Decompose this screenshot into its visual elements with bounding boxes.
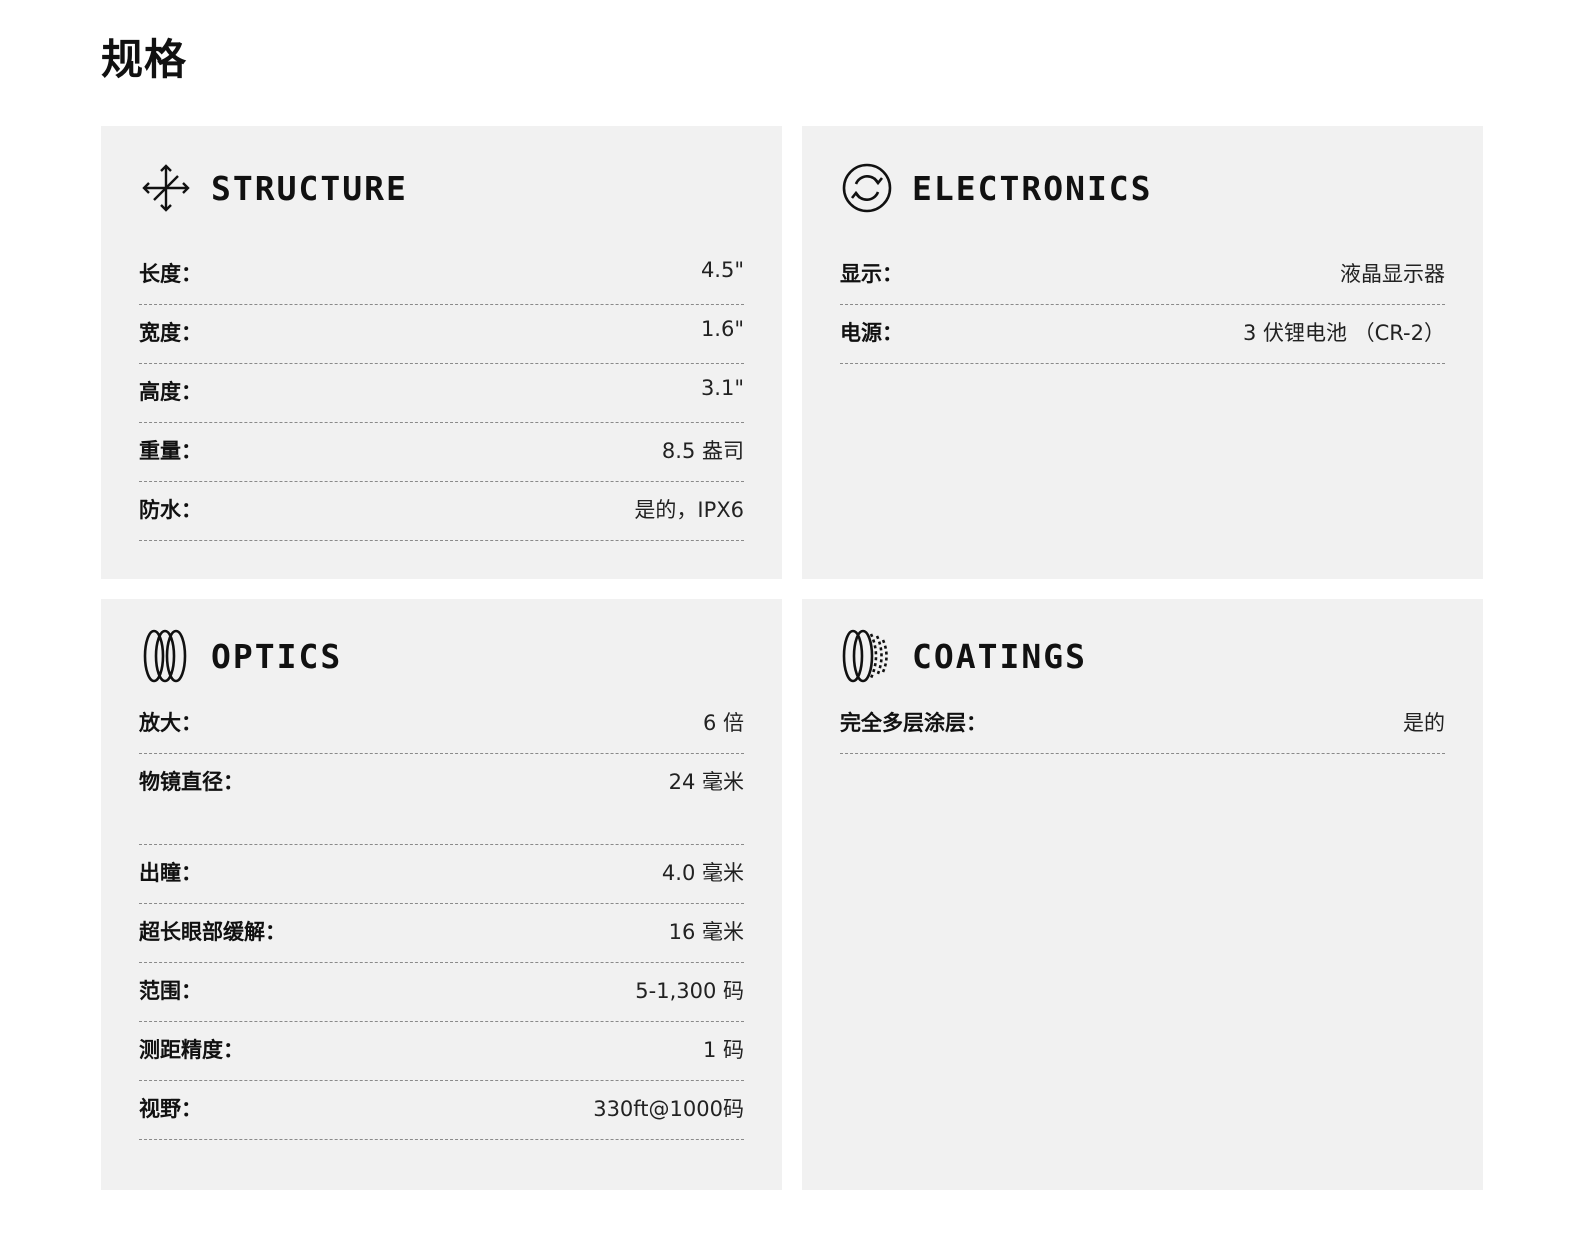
spec-value: 是的 bbox=[1403, 711, 1445, 735]
optics-title: OPTICS bbox=[211, 636, 343, 676]
spec-row-fully-multicoated: 完全多层涂层： 是的 bbox=[840, 695, 1445, 754]
spec-row-height: 高度： 3.1" bbox=[139, 364, 744, 423]
spec-value: 330ft@1000码 bbox=[593, 1097, 744, 1121]
electronics-card: ELECTRONICS 显示： 液晶显示器 电源： 3 伏锂电池 （CR-2） bbox=[802, 126, 1483, 579]
spec-label: 范围： bbox=[139, 979, 202, 1003]
spec-row-magnification: 放大： 6 倍 bbox=[139, 695, 744, 754]
spec-label: 高度： bbox=[139, 380, 202, 404]
coatings-title: COATINGS bbox=[912, 636, 1087, 676]
spec-row-length: 长度： 4.5" bbox=[139, 246, 744, 305]
coatings-card: COATINGS 完全多层涂层： 是的 bbox=[802, 599, 1483, 1190]
electronics-title: ELECTRONICS bbox=[912, 168, 1153, 208]
spec-label: 测距精度： bbox=[139, 1038, 244, 1062]
spec-row-ranging-accuracy: 测距精度： 1 码 bbox=[139, 1022, 744, 1081]
structure-card: STRUCTURE 长度： 4.5" 宽度： 1.6" 高度： 3.1" 重量：… bbox=[101, 126, 782, 579]
structure-spec-list: 长度： 4.5" 宽度： 1.6" 高度： 3.1" 重量： 8.5 盎司 防水… bbox=[139, 246, 744, 541]
coatings-header: COATINGS bbox=[840, 629, 1087, 683]
spec-value: 1 码 bbox=[702, 1038, 744, 1062]
spec-label: 出瞳： bbox=[139, 861, 202, 885]
spec-value: 16 毫米 bbox=[668, 920, 744, 944]
spec-row-width: 宽度： 1.6" bbox=[139, 305, 744, 364]
spec-value: 液晶显示器 bbox=[1340, 262, 1445, 286]
spec-row-display: 显示： 液晶显示器 bbox=[840, 246, 1445, 305]
electronics-spec-list: 显示： 液晶显示器 电源： 3 伏锂电池 （CR-2） bbox=[840, 246, 1445, 364]
spec-value: 是的，IPX6 bbox=[634, 498, 744, 522]
spec-label: 显示： bbox=[840, 262, 903, 286]
spec-value: 6 倍 bbox=[702, 711, 744, 735]
spec-value: 1.6" bbox=[700, 317, 744, 341]
spec-row-objective-diameter: 物镜直径： 24 毫米 bbox=[139, 754, 744, 845]
spec-label: 物镜直径： bbox=[139, 770, 244, 794]
spec-label: 放大： bbox=[139, 711, 202, 735]
lens-rings-icon bbox=[139, 629, 193, 683]
spec-label: 超长眼部缓解： bbox=[139, 920, 286, 944]
specs-page: 规格 STRUCTURE 长度： 4.5" 宽度： 1.6" 高度： 3.1" … bbox=[0, 0, 1591, 1259]
structure-header: STRUCTURE bbox=[139, 161, 408, 215]
spec-label: 完全多层涂层： bbox=[840, 711, 987, 735]
coated-lens-icon bbox=[840, 629, 894, 683]
move-arrows-icon bbox=[139, 161, 193, 215]
spec-label: 电源： bbox=[840, 321, 903, 345]
spec-row-exit-pupil: 出瞳： 4.0 毫米 bbox=[139, 845, 744, 904]
spec-value: 5-1,300 码 bbox=[635, 979, 744, 1003]
spec-value: 8.5 盎司 bbox=[661, 439, 744, 463]
spec-row-field-of-view: 视野： 330ft@1000码 bbox=[139, 1081, 744, 1140]
refresh-circle-icon bbox=[840, 161, 894, 215]
spec-row-eye-relief: 超长眼部缓解： 16 毫米 bbox=[139, 904, 744, 963]
optics-header: OPTICS bbox=[139, 629, 342, 683]
spec-row-range: 范围： 5-1,300 码 bbox=[139, 963, 744, 1022]
page-title: 规格 bbox=[101, 35, 188, 84]
spec-label: 宽度： bbox=[139, 321, 202, 345]
spec-label: 视野： bbox=[139, 1097, 202, 1121]
spec-value: 3.1" bbox=[700, 376, 744, 400]
spec-row-power: 电源： 3 伏锂电池 （CR-2） bbox=[840, 305, 1445, 364]
spec-value: 3 伏锂电池 （CR-2） bbox=[1242, 321, 1445, 345]
coatings-spec-list: 完全多层涂层： 是的 bbox=[840, 695, 1445, 754]
spec-label: 长度： bbox=[139, 262, 202, 286]
spec-value: 4.0 毫米 bbox=[661, 861, 744, 885]
structure-title: STRUCTURE bbox=[211, 168, 408, 208]
spec-value: 24 毫米 bbox=[668, 770, 744, 794]
optics-card: OPTICS 放大： 6 倍 物镜直径： 24 毫米 出瞳： 4.0 毫米 超长… bbox=[101, 599, 782, 1190]
spec-row-waterproof: 防水： 是的，IPX6 bbox=[139, 482, 744, 541]
electronics-header: ELECTRONICS bbox=[840, 161, 1153, 215]
optics-spec-list: 放大： 6 倍 物镜直径： 24 毫米 出瞳： 4.0 毫米 超长眼部缓解： 1… bbox=[139, 695, 744, 1140]
spec-label: 防水： bbox=[139, 498, 202, 522]
spec-row-weight: 重量： 8.5 盎司 bbox=[139, 423, 744, 482]
spec-value: 4.5" bbox=[700, 258, 744, 282]
spec-label: 重量： bbox=[139, 439, 202, 463]
